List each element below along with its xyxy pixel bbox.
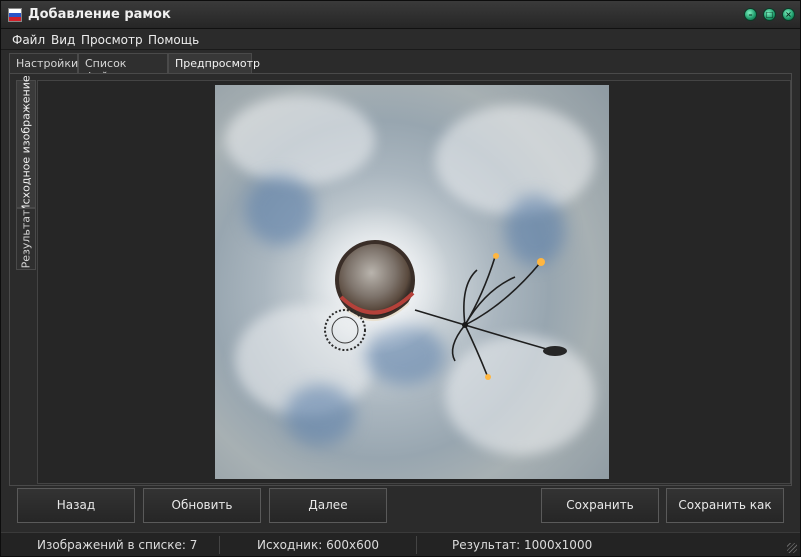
menu-view[interactable]: Вид bbox=[51, 33, 75, 47]
tab-source-image[interactable]: Исходное изображение bbox=[16, 75, 36, 213]
status-separator bbox=[219, 536, 220, 554]
menu-help[interactable]: Помощь bbox=[148, 33, 199, 47]
next-button[interactable]: Далее bbox=[269, 488, 387, 523]
menu-bar: Файл Вид Просмотр Помощь bbox=[1, 30, 800, 50]
refresh-button[interactable]: Обновить bbox=[143, 488, 261, 523]
tab-result-label: Результат bbox=[19, 209, 33, 269]
tab-file-list[interactable]: Список файлов bbox=[78, 53, 168, 83]
preview-image bbox=[215, 85, 609, 479]
save-button[interactable]: Сохранить bbox=[541, 488, 659, 523]
tab-result[interactable]: Результат bbox=[16, 208, 36, 270]
status-images-count: Изображений в списке: 7 bbox=[37, 538, 198, 552]
maximize-icon[interactable]: □ bbox=[763, 8, 776, 21]
little-planet-graphic bbox=[300, 205, 567, 380]
window-title: Добавление рамок bbox=[28, 7, 171, 22]
preview-pane: Исходное изображение Результат bbox=[9, 73, 792, 486]
tab-preview[interactable]: Предпросмотр bbox=[168, 53, 260, 74]
status-bar: Изображений в списке: 7 Исходник: 600x60… bbox=[1, 532, 800, 556]
status-source-size: Исходник: 600x600 bbox=[257, 538, 379, 552]
back-button[interactable]: Назад bbox=[17, 488, 135, 523]
status-result-size: Результат: 1000x1000 bbox=[452, 538, 593, 552]
tab-settings[interactable]: Настройки bbox=[9, 53, 78, 73]
close-icon[interactable]: × bbox=[782, 8, 795, 21]
resize-grip-icon[interactable] bbox=[787, 543, 797, 553]
status-separator bbox=[416, 536, 417, 554]
tab-source-image-label: Исходное изображение bbox=[19, 75, 33, 213]
minimize-icon[interactable]: – bbox=[744, 8, 757, 21]
preview-area bbox=[37, 80, 791, 484]
title-bar[interactable]: Добавление рамок – □ × bbox=[1, 1, 800, 29]
flag-icon bbox=[8, 8, 22, 22]
save-as-button[interactable]: Сохранить как bbox=[666, 488, 784, 523]
app-window: Добавление рамок – □ × Файл Вид Просмотр… bbox=[0, 0, 801, 557]
menu-preview[interactable]: Просмотр bbox=[81, 33, 143, 47]
menu-file[interactable]: Файл bbox=[12, 33, 45, 47]
